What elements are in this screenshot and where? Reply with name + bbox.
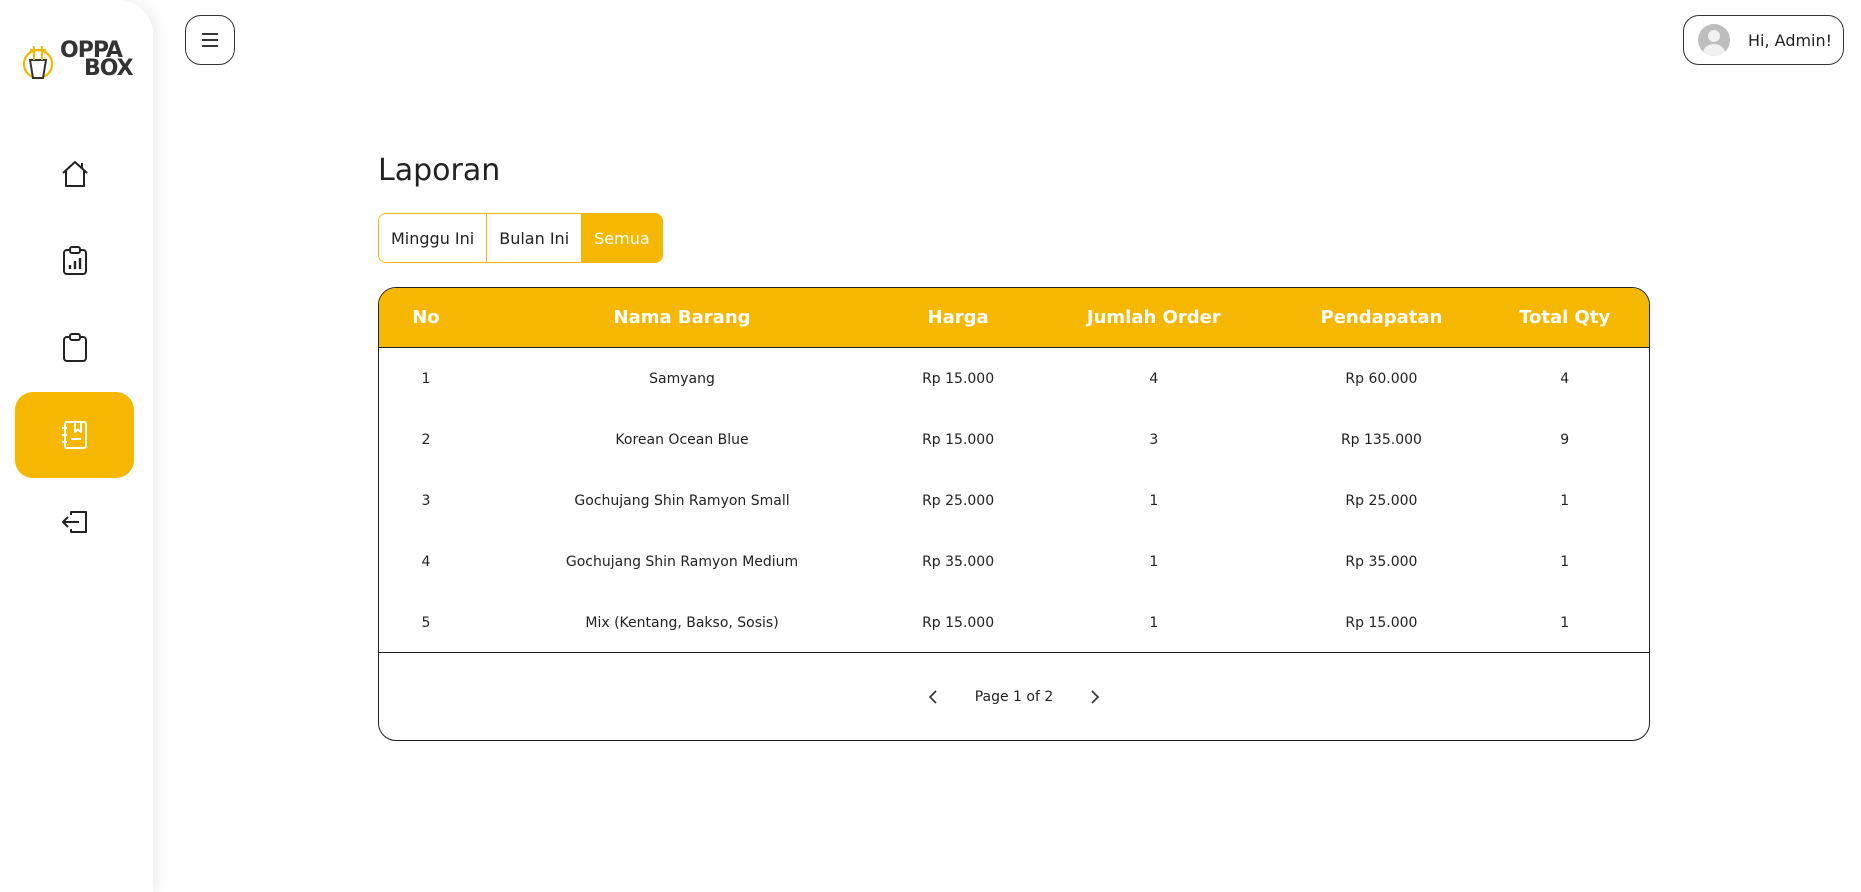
sidebar-item-home[interactable] xyxy=(15,131,134,217)
brand-logo: OPPA BOX xyxy=(22,38,134,88)
noodle-box-icon xyxy=(22,46,54,80)
cell-pendapatan: Rp 135.000 xyxy=(1340,431,1422,448)
notebook-icon xyxy=(61,421,87,449)
cell-jumlah-order: 1 xyxy=(1149,492,1159,509)
table-row: 2 Korean Ocean Blue Rp 15.000 3 Rp 135.0… xyxy=(379,409,1649,470)
cell-harga: Rp 25.000 xyxy=(922,492,995,509)
home-icon xyxy=(61,161,88,187)
cell-harga: Rp 15.000 xyxy=(922,614,995,631)
sidebar-item-logout[interactable] xyxy=(15,479,134,565)
cell-total-qty: 1 xyxy=(1560,614,1570,631)
cell-pendapatan: Rp 25.000 xyxy=(1345,492,1418,509)
menu-toggle-button[interactable] xyxy=(185,15,235,65)
column-header-jumlah-order: Jumlah Order xyxy=(1086,307,1221,328)
page-indicator: Page 1 of 2 xyxy=(974,688,1054,705)
cell-no: 1 xyxy=(421,370,431,387)
sidebar-item-orders[interactable] xyxy=(15,305,134,391)
sidebar-item-report-chart[interactable] xyxy=(15,218,134,304)
chevron-left-icon xyxy=(928,689,937,704)
brand-line2: BOX xyxy=(84,56,134,81)
cell-nama-barang: Korean Ocean Blue xyxy=(615,431,749,448)
column-header-total-qty: Total Qty xyxy=(1519,307,1611,328)
cell-nama-barang: Gochujang Shin Ramyon Small xyxy=(574,492,790,509)
cell-pendapatan: Rp 35.000 xyxy=(1345,553,1418,570)
cell-jumlah-order: 1 xyxy=(1149,553,1159,570)
table-body: 1 Samyang Rp 15.000 4 Rp 60.000 4 2 Kore… xyxy=(379,348,1649,653)
cell-no: 3 xyxy=(421,492,431,509)
user-menu-button[interactable]: Hi, Admin! xyxy=(1683,15,1844,65)
table-row: 1 Samyang Rp 15.000 4 Rp 60.000 4 xyxy=(379,348,1649,409)
cell-no: 5 xyxy=(421,614,431,631)
table-row: 4 Gochujang Shin Ramyon Medium Rp 35.000… xyxy=(379,531,1649,592)
cell-nama-barang: Mix (Kentang, Bakso, Sosis) xyxy=(585,614,779,631)
column-header-harga: Harga xyxy=(927,307,989,328)
pagination: Page 1 of 2 xyxy=(379,653,1649,740)
column-header-no: No xyxy=(412,307,440,328)
filter-semua-button[interactable]: Semua xyxy=(582,214,662,262)
table-header: No Nama Barang Harga Jumlah Order Pendap… xyxy=(379,288,1649,348)
cell-nama-barang: Samyang xyxy=(649,370,715,387)
cell-pendapatan: Rp 15.000 xyxy=(1345,614,1418,631)
period-filter: Minggu Ini Bulan Ini Semua xyxy=(378,213,663,263)
cell-total-qty: 1 xyxy=(1560,492,1570,509)
hamburger-icon xyxy=(202,33,218,47)
cell-no: 4 xyxy=(421,553,431,570)
cell-pendapatan: Rp 60.000 xyxy=(1345,370,1418,387)
cell-harga: Rp 15.000 xyxy=(922,431,995,448)
sidebar: OPPA BOX xyxy=(0,0,153,892)
cell-jumlah-order: 3 xyxy=(1149,431,1159,448)
cell-harga: Rp 15.000 xyxy=(922,370,995,387)
chevron-right-icon xyxy=(1091,689,1100,704)
cell-total-qty: 9 xyxy=(1560,431,1570,448)
next-page-button[interactable] xyxy=(1083,685,1107,709)
page-title: Laporan xyxy=(378,153,501,188)
cell-jumlah-order: 4 xyxy=(1149,370,1159,387)
sidebar-item-laporan[interactable] xyxy=(15,392,134,478)
cell-total-qty: 1 xyxy=(1560,553,1570,570)
column-header-nama-barang: Nama Barang xyxy=(613,307,751,328)
cell-jumlah-order: 1 xyxy=(1149,614,1159,631)
cell-no: 2 xyxy=(421,431,431,448)
cell-nama-barang: Gochujang Shin Ramyon Medium xyxy=(565,553,799,570)
user-greeting: Hi, Admin! xyxy=(1748,30,1833,50)
prev-page-button[interactable] xyxy=(921,685,945,709)
cell-total-qty: 4 xyxy=(1560,370,1570,387)
filter-minggu-ini-button[interactable]: Minggu Ini xyxy=(379,214,488,262)
clipboard-chart-icon xyxy=(62,246,87,275)
avatar xyxy=(1698,24,1730,56)
column-header-pendapatan: Pendapatan xyxy=(1320,307,1443,328)
logout-icon xyxy=(61,511,87,533)
clipboard-icon xyxy=(62,333,87,362)
table-row: 5 Mix (Kentang, Bakso, Sosis) Rp 15.000 … xyxy=(379,592,1649,653)
filter-bulan-ini-button[interactable]: Bulan Ini xyxy=(487,214,583,262)
table-row: 3 Gochujang Shin Ramyon Small Rp 25.000 … xyxy=(379,470,1649,531)
report-table: No Nama Barang Harga Jumlah Order Pendap… xyxy=(378,287,1650,741)
cell-harga: Rp 35.000 xyxy=(922,553,995,570)
